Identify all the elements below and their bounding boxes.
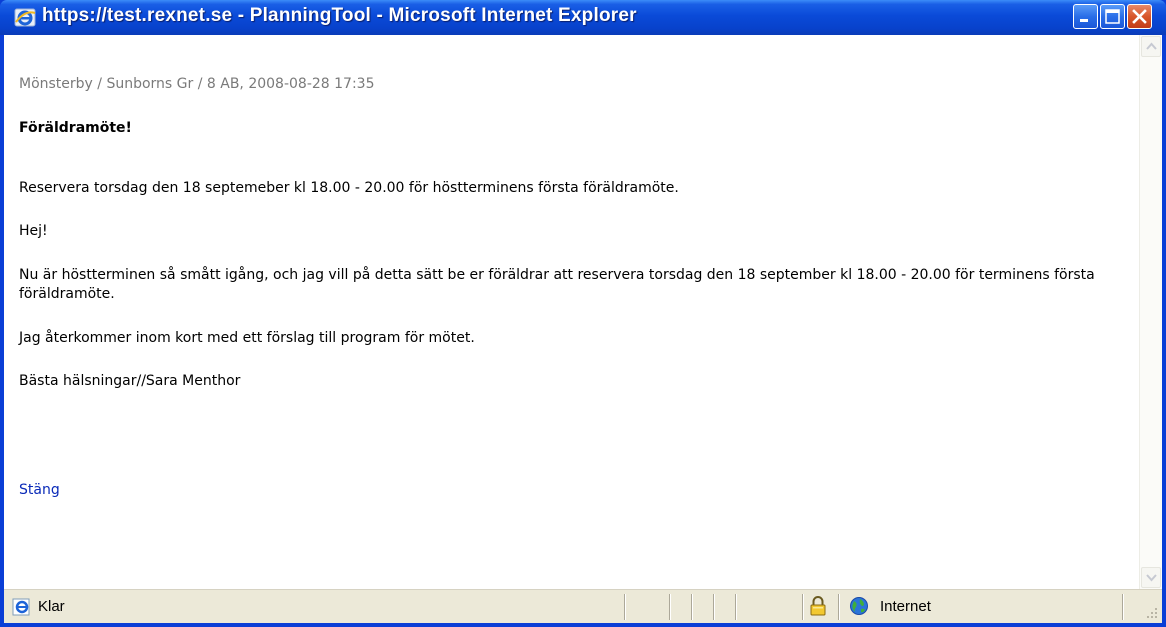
close-window-button[interactable] xyxy=(1127,4,1152,29)
status-divider xyxy=(713,594,714,620)
page-content xyxy=(4,35,1162,589)
status-divider xyxy=(1122,594,1123,620)
browser-window: https://test.rexnet.se - PlanningTool - … xyxy=(0,0,1166,627)
minimize-icon xyxy=(1080,19,1088,22)
message-summary: Reservera torsdag den 18 septemeber kl 1… xyxy=(19,180,679,196)
resize-grip-icon[interactable] xyxy=(1143,604,1159,620)
minimize-button[interactable] xyxy=(1073,4,1098,29)
message-breadcrumb: Mönsterby / Sunborns Gr / 8 AB, 2008-08-… xyxy=(19,76,375,92)
vertical-scrollbar[interactable] xyxy=(1139,35,1162,589)
status-divider xyxy=(838,594,839,620)
chevron-up-icon xyxy=(1146,42,1157,50)
close-link[interactable]: Stäng xyxy=(19,482,60,498)
message-followup: Jag återkommer inom kort med ett förslag… xyxy=(19,330,475,346)
status-divider xyxy=(735,594,736,620)
maximize-button[interactable] xyxy=(1100,4,1125,29)
internet-explorer-icon xyxy=(14,8,36,28)
close-icon xyxy=(1132,9,1147,24)
page-status-icon xyxy=(12,597,32,617)
window-title: https://test.rexnet.se - PlanningTool - … xyxy=(42,5,637,26)
message-greeting: Hej! xyxy=(19,223,48,239)
message-heading: Föräldramöte! xyxy=(19,120,132,136)
status-divider xyxy=(691,594,692,620)
message-body: Nu är höstterminen så smått igång, och j… xyxy=(19,267,1095,302)
status-divider xyxy=(802,594,803,620)
status-divider xyxy=(624,594,625,620)
status-divider xyxy=(669,594,670,620)
scroll-up-button[interactable] xyxy=(1141,36,1161,57)
status-text: Klar xyxy=(38,598,65,615)
window-frame-bottom xyxy=(0,623,1166,627)
chevron-down-icon xyxy=(1146,574,1157,582)
title-bar[interactable]: https://test.rexnet.se - PlanningTool - … xyxy=(0,0,1166,35)
globe-icon xyxy=(849,596,869,616)
security-zone-text: Internet xyxy=(880,598,931,615)
lock-icon[interactable] xyxy=(809,595,827,617)
status-bar: Klar Internet xyxy=(4,589,1162,623)
scroll-down-button[interactable] xyxy=(1141,567,1161,588)
maximize-icon xyxy=(1105,9,1120,24)
message-signature: Bästa hälsningar//Sara Menthor xyxy=(19,373,241,389)
